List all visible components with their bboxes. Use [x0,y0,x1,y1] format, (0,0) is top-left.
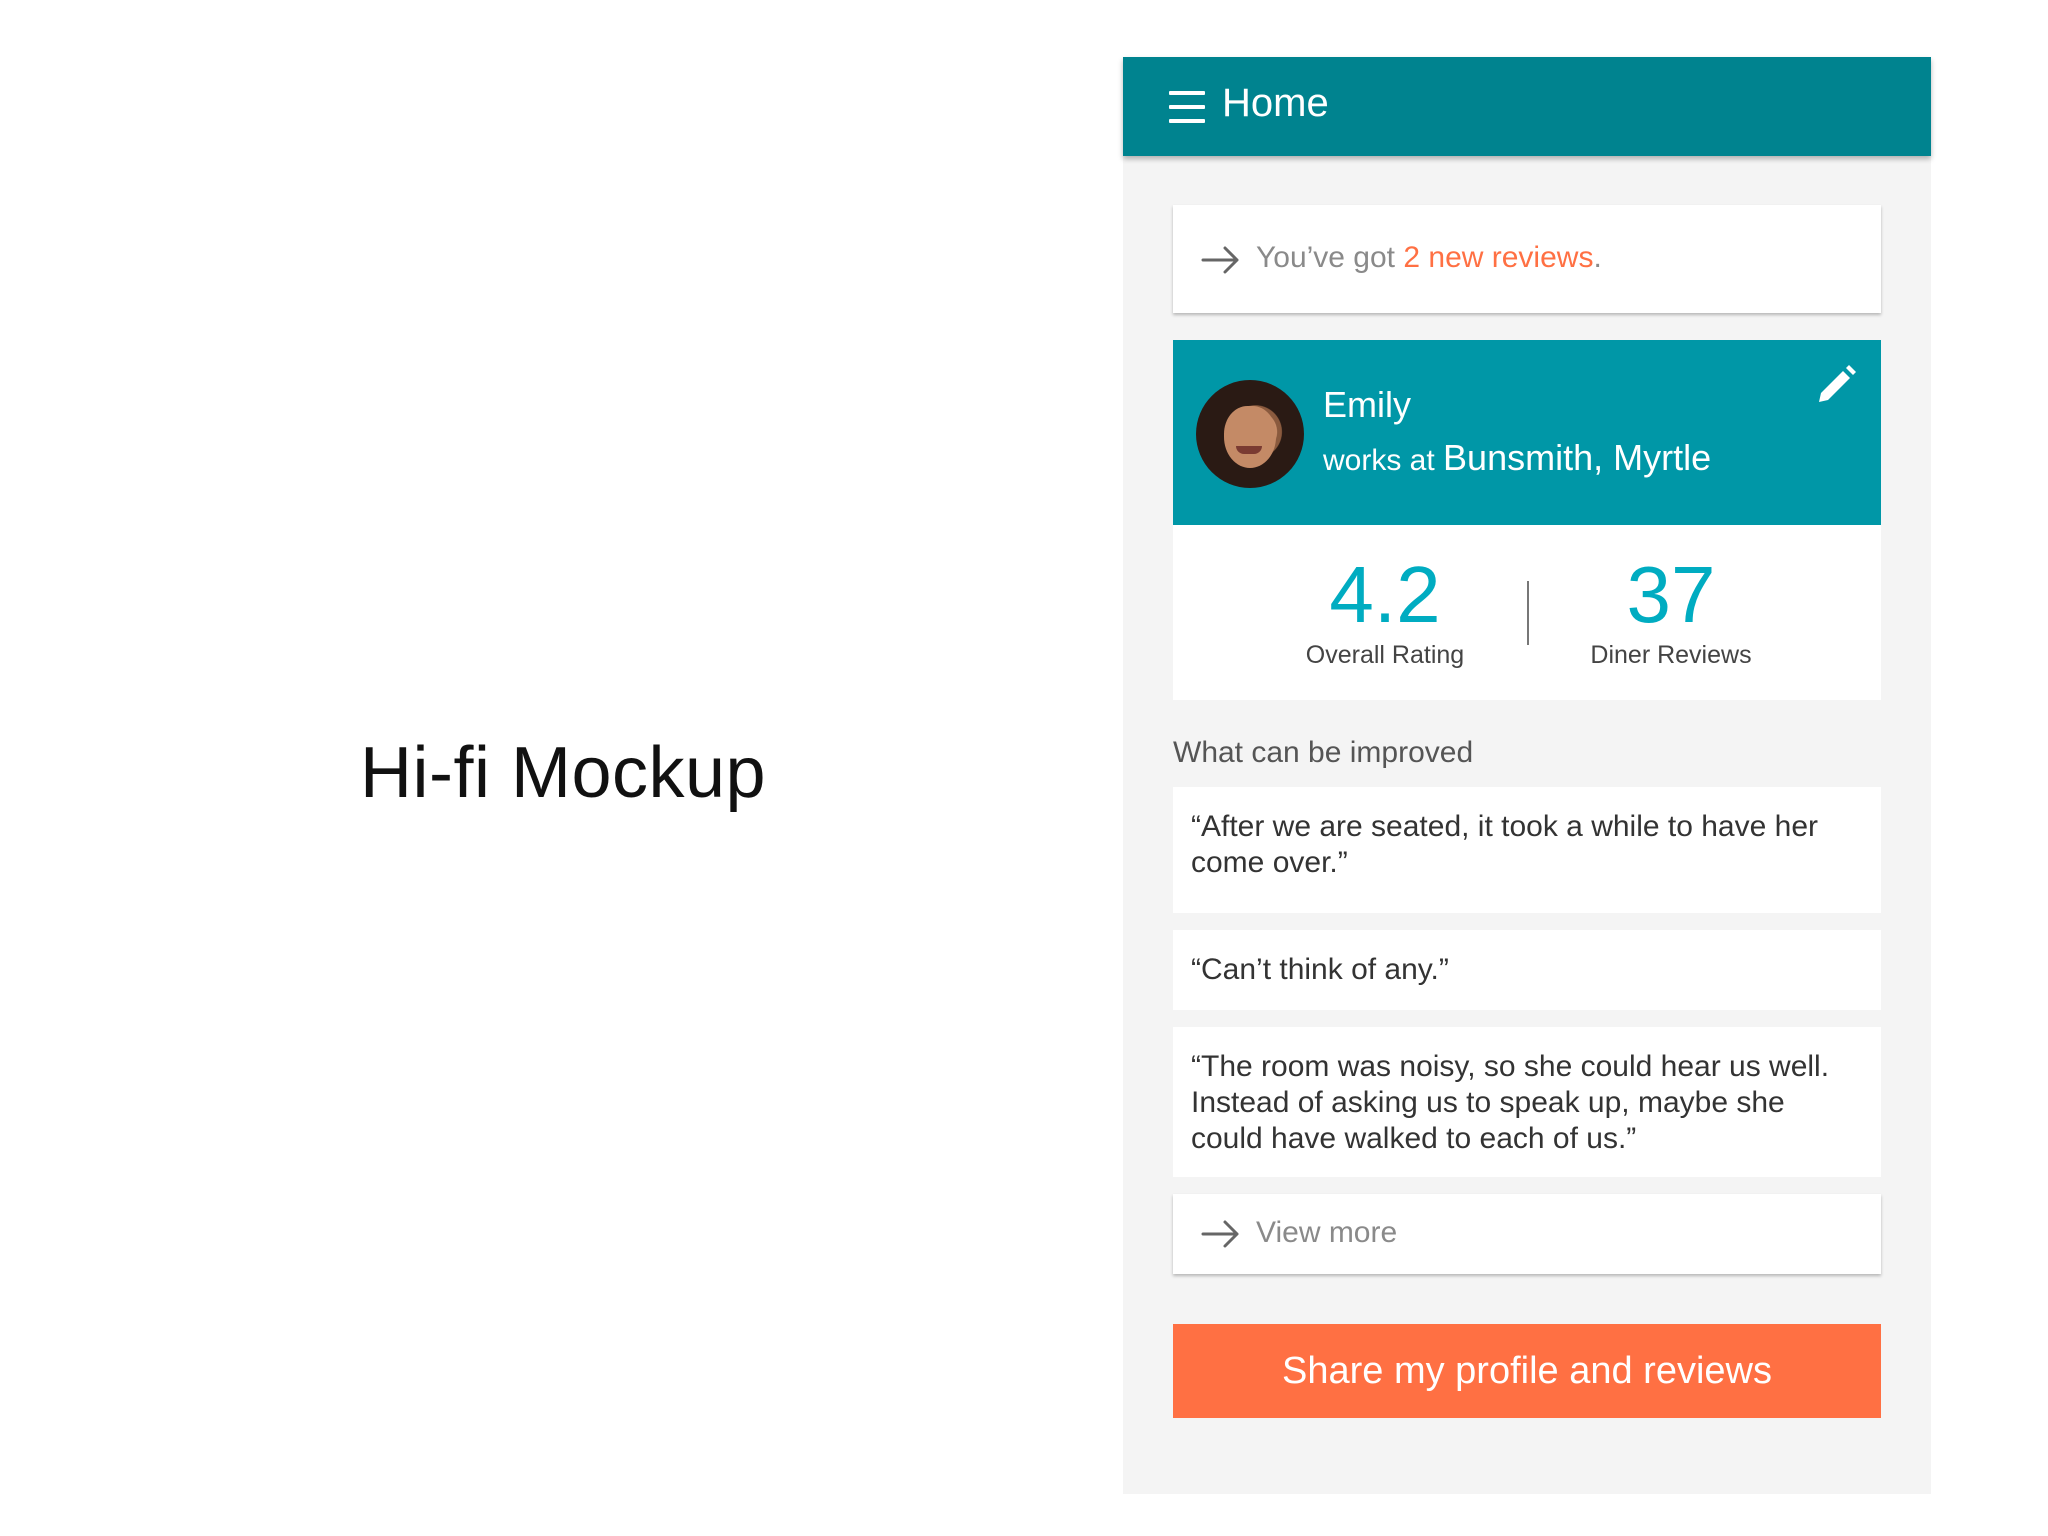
overall-rating-label: Overall Rating [1305,641,1465,669]
diner-reviews-value: 37 [1626,550,1716,639]
new-reviews-link[interactable]: 2 new reviews [1403,241,1593,274]
works-at-prefix: works at [1323,444,1444,477]
arrow-right-icon [1201,246,1239,274]
arrow-right-icon [1201,1220,1239,1248]
view-more-label: View more [1256,1216,1398,1249]
slide-title: Hi-fi Mockup [360,733,767,813]
hamburger-menu-icon[interactable] [1169,91,1205,123]
share-profile-button[interactable]: Share my profile and reviews [1173,1324,1881,1418]
overall-rating-value: 4.2 [1329,550,1441,639]
profile-name: Emily [1323,384,1411,425]
diner-reviews-stat: 37 Diner Reviews [1541,555,1801,670]
overall-rating-stat: 4.2 Overall Rating [1255,555,1515,670]
phone-screen: Home You’ve got 2 new reviews. Emily wor… [1123,57,1931,1494]
profile-header: Emily works at Bunsmith, Myrtle [1173,340,1881,525]
avatar [1196,380,1304,488]
slide: Hi-fi Mockup Home You’ve got 2 new revie… [0,0,2048,1536]
app-bar: Home [1123,57,1931,156]
pencil-edit-icon[interactable] [1813,362,1859,408]
workplace-name: Bunsmith, Myrtle [1443,437,1712,478]
notice-prefix: You’ve got [1256,241,1404,274]
notice-suffix: . [1593,241,1602,274]
profile-workplace: works at Bunsmith, Myrtle [1323,437,1711,479]
stats-card: 4.2 Overall Rating 37 Diner Reviews [1173,525,1881,700]
section-heading: What can be improved [1173,736,1474,769]
review-quote: “Can’t think of any.” [1173,930,1881,1010]
view-more-button[interactable]: View more [1173,1194,1881,1274]
review-quote: “The room was noisy, so she could hear u… [1173,1027,1881,1177]
diner-reviews-label: Diner Reviews [1590,641,1752,669]
stats-divider [1527,581,1529,645]
review-quote: “After we are seated, it took a while to… [1173,787,1881,913]
new-reviews-notice[interactable]: You’ve got 2 new reviews. [1173,205,1881,313]
page-title: Home [1222,81,1329,125]
notice-text: You’ve got 2 new reviews. [1256,241,1602,275]
